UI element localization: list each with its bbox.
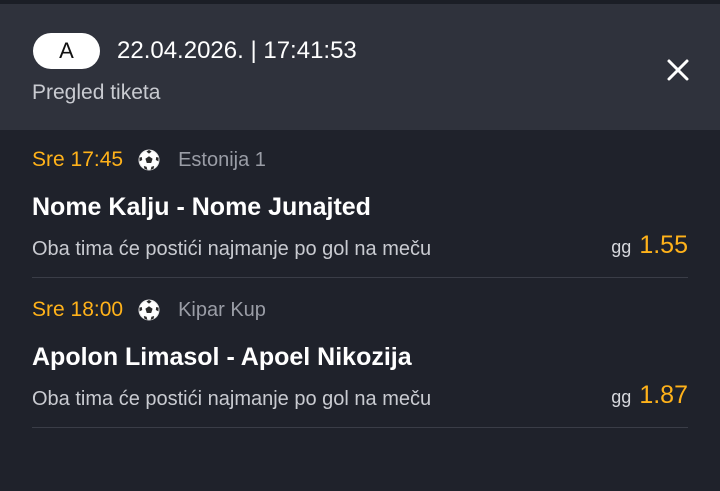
event-time: Sre 17:45	[32, 148, 124, 171]
event-pick: gg	[611, 237, 632, 257]
divider	[32, 277, 688, 278]
event-match: Nome Kalju - Nome Junajted	[32, 193, 371, 221]
event-pick: gg	[611, 387, 632, 407]
close-icon[interactable]	[664, 56, 692, 84]
event-selection: gg 1.87	[611, 381, 688, 415]
soccer-ball-icon	[138, 149, 160, 171]
soccer-ball-icon	[138, 299, 160, 321]
event-odds: 1.55	[639, 231, 688, 259]
event-match: Apolon Limasol - Apoel Nikozija	[32, 343, 412, 371]
event-market: Oba tima će postići najmanje po gol na m…	[32, 238, 432, 260]
event-time: Sre 18:00	[32, 298, 124, 321]
page-title: Pregled tiketa	[32, 81, 161, 104]
event-league: Estonija 1	[178, 148, 266, 171]
ticket-datetime: 22.04.2026. | 17:41:53	[117, 37, 357, 64]
event-selection: gg 1.55	[611, 231, 688, 265]
ticket-header: A 22.04.2026. | 17:41:53 Pregled tiketa	[0, 4, 720, 130]
event-market: Oba tima će postići najmanje po gol na m…	[32, 388, 432, 410]
event-meta: Sre 18:00 Kipar Kup	[32, 293, 266, 327]
divider	[32, 427, 688, 428]
ticket-badge[interactable]: A	[33, 33, 100, 69]
event-meta: Sre 17:45 Estonija 1	[32, 143, 266, 177]
event-row[interactable]: Sre 18:00 Kipar Kup Apolon Limasol - Apo…	[32, 280, 688, 428]
event-league: Kipar Kup	[178, 298, 266, 321]
event-odds: 1.87	[639, 381, 688, 409]
event-row[interactable]: Sre 17:45 Estonija 1 Nome Kalju - Nome J…	[32, 130, 688, 278]
